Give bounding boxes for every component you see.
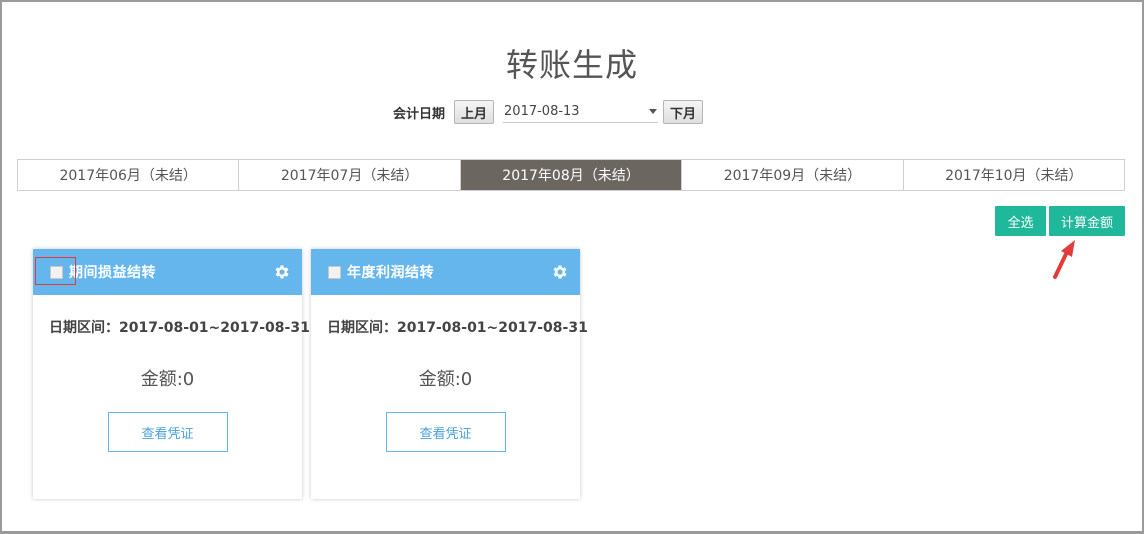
tab-2017-10[interactable]: 2017年10月（未结） [904,160,1124,190]
date-range: 日期区间：2017-08-01~2017-08-31 [327,320,588,336]
amount: 金额:0 [140,369,195,390]
date-select[interactable]: 2017-08-13 [503,101,659,123]
prev-month-button[interactable]: 上月 [454,100,495,124]
calculate-amount-button[interactable]: 计算金额 [1049,206,1125,236]
tab-2017-08[interactable]: 2017年08月（未结） [460,160,683,190]
card-title: 期间损益结转 [69,265,156,281]
card-header: 期间损益结转 [33,249,302,295]
date-value: 2017-08-13 [504,104,580,119]
tab-2017-06[interactable]: 2017年06月（未结） [18,160,240,190]
date-picker-row: 会计日期 上月 2017-08-13 下月 [393,99,704,125]
tab-2017-09[interactable]: 2017年09月（未结） [682,160,904,190]
transfer-card-period-pl: 期间损益结转 日期区间：2017-08-01~2017-08-31 金额:0 查… [33,249,310,499]
page-title: 转账生成 [505,46,638,84]
gear-icon[interactable] [273,263,291,281]
red-arrow-icon [1053,240,1075,279]
view-voucher-button[interactable]: 查看凭证 [385,412,506,452]
period-tabs: 2017年06月（未结） 2017年07月（未结） 2017年08月（未结） 2… [17,159,1125,191]
view-voucher-button[interactable]: 查看凭证 [107,412,228,452]
chevron-down-icon [649,109,658,114]
card-header: 年度利润结转 [311,249,580,295]
date-label: 会计日期 [393,106,446,122]
annotation-highlight-box [35,257,76,285]
amount: 金额:0 [418,369,473,390]
tab-2017-07[interactable]: 2017年07月（未结） [239,160,461,190]
card-title: 年度利润结转 [347,265,434,281]
select-all-button[interactable]: 全选 [995,206,1046,236]
card-checkbox[interactable] [328,265,341,279]
gear-icon[interactable] [551,263,569,281]
next-month-button[interactable]: 下月 [663,100,704,124]
transfer-card-annual-profit: 年度利润结转 日期区间：2017-08-01~2017-08-31 金额:0 查… [311,249,588,499]
date-range: 日期区间：2017-08-01~2017-08-31 [49,320,310,336]
